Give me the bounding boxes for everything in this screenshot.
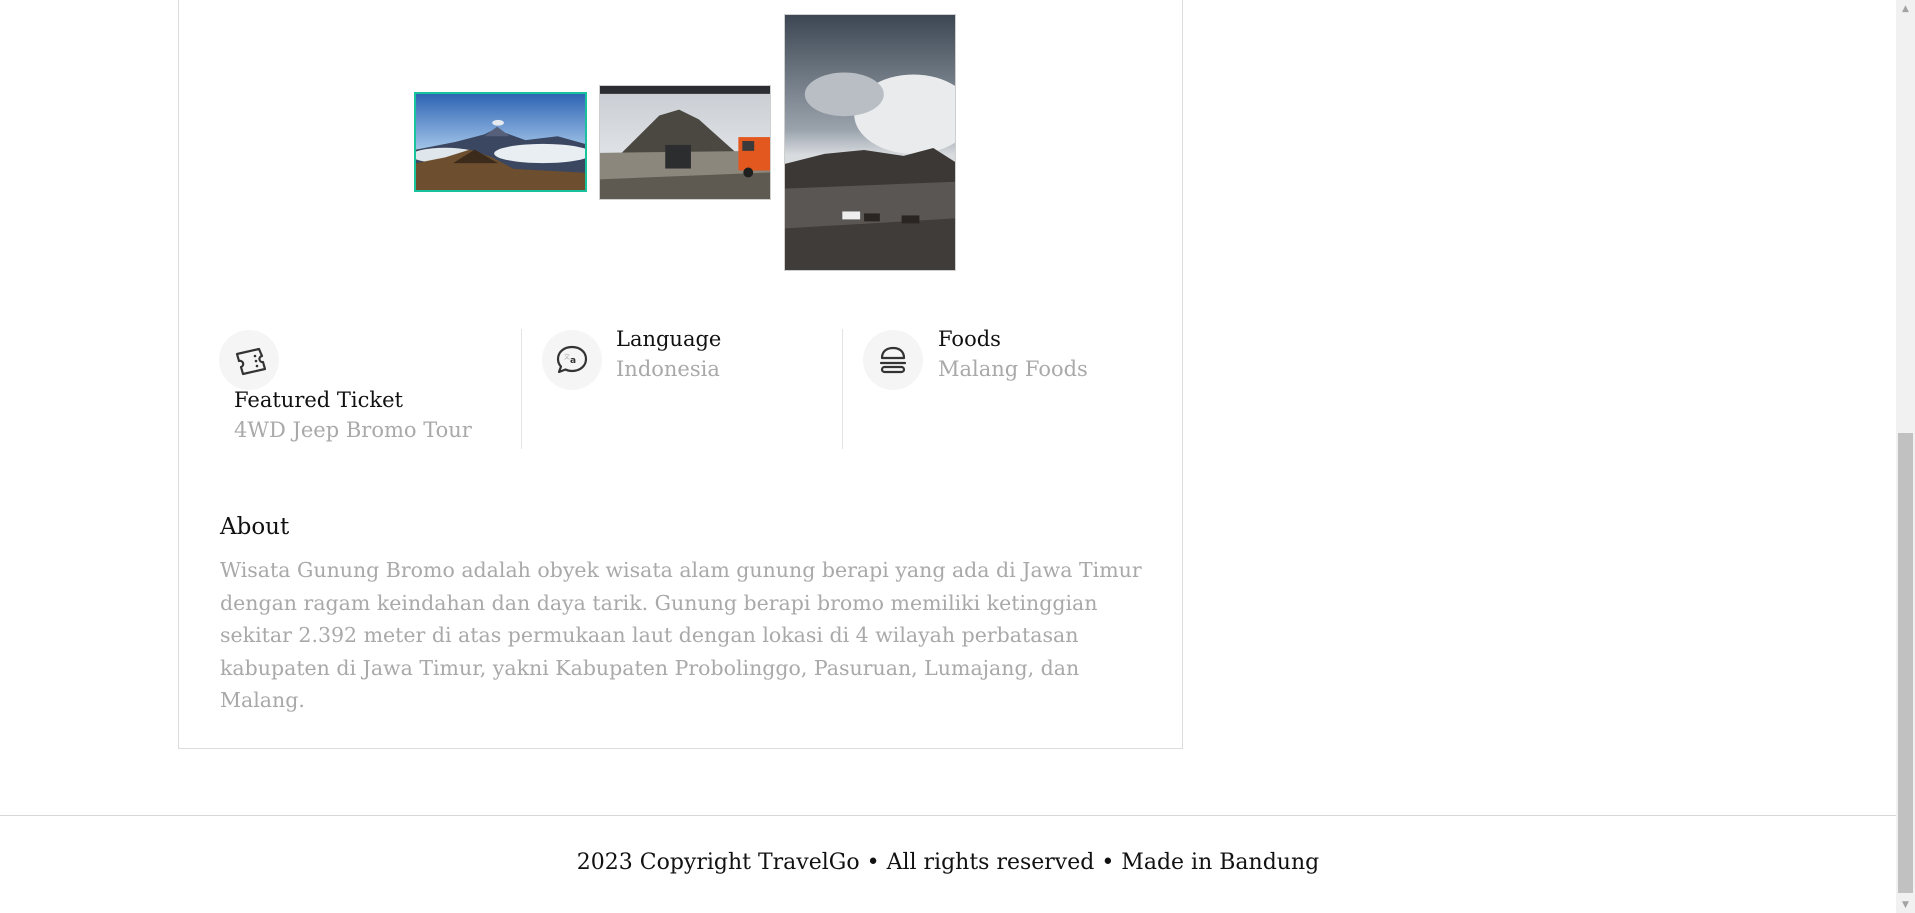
scroll-down-arrow-icon[interactable]: ▼ (1896, 896, 1915, 913)
footer-divider (0, 815, 1896, 816)
feature-divider (521, 329, 522, 449)
gallery-thumbnail-1[interactable] (414, 92, 587, 192)
feature-language-icon-wrap: a 文 (542, 330, 602, 390)
svg-text:文: 文 (564, 353, 570, 361)
scroll-up-arrow-icon[interactable]: ▲ (1896, 0, 1915, 17)
footer-copyright: 2023 Copyright TravelGo • All rights res… (576, 850, 1320, 875)
feature-divider (842, 329, 843, 449)
feature-ticket-title: Featured Ticket (234, 388, 403, 412)
chat-bubble-icon: a 文 (556, 345, 588, 374)
burger-icon (879, 346, 907, 374)
page: Featured Ticket 4WD Jeep Bromo Tour a 文 … (0, 0, 1915, 913)
vertical-scrollbar[interactable]: ▲ ▼ (1896, 0, 1915, 913)
feature-ticket-icon-wrap (219, 330, 279, 390)
about-heading: About (220, 514, 290, 540)
scrollbar-thumb[interactable] (1898, 433, 1913, 893)
feature-language-value: Indonesia (616, 357, 720, 381)
ticket-icon (235, 347, 266, 376)
horse-riders-image (785, 15, 955, 270)
feature-language-title: Language (616, 327, 722, 351)
feature-foods-value: Malang Foods (938, 357, 1088, 381)
destination-card: Featured Ticket 4WD Jeep Bromo Tour a 文 … (178, 0, 1183, 749)
feature-foods-title: Foods (938, 327, 1001, 351)
gallery-thumbnail-2[interactable] (599, 85, 771, 200)
bromo-panorama-image (416, 94, 585, 190)
feature-ticket-value: 4WD Jeep Bromo Tour (234, 418, 472, 442)
jeep-mountain-image (600, 86, 770, 199)
gallery-thumbnail-3[interactable] (784, 14, 956, 271)
about-description: Wisata Gunung Bromo adalah obyek wisata … (220, 558, 1142, 712)
svg-text:a: a (570, 356, 576, 366)
feature-foods-icon-wrap (863, 330, 923, 390)
